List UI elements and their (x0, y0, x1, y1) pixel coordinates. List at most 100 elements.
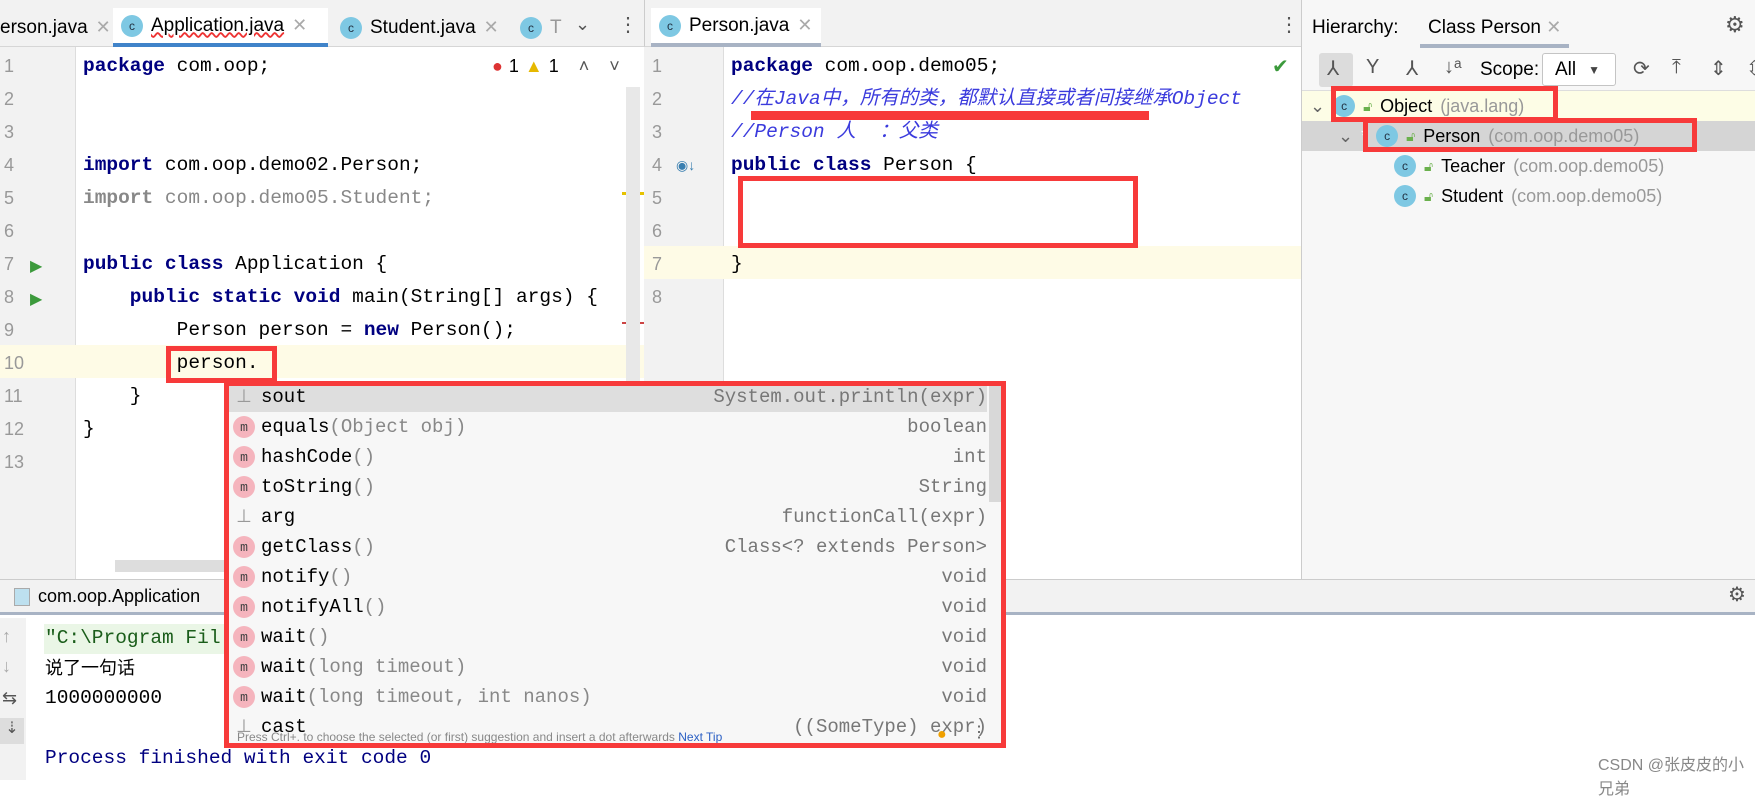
line-number: 5 (4, 188, 15, 208)
code-line: package com.oop; (83, 50, 270, 83)
code-token: } (83, 385, 142, 407)
output-line: 1000000000 (45, 687, 163, 709)
line-number: 7 (4, 254, 15, 274)
code-line: } (83, 380, 142, 413)
chevron-up-icon[interactable]: ˄ (579, 56, 590, 77)
code-line: import com.oop.demo05.Student; (83, 182, 434, 215)
code-token: package (83, 55, 165, 77)
code-token: import (83, 154, 154, 176)
line-number: 4 (652, 155, 663, 175)
class-icon: c (659, 14, 681, 37)
scroll-to-end-icon[interactable]: ⇣ (0, 718, 24, 744)
code-token: com.oop; (164, 55, 271, 77)
highlight-box (224, 381, 1006, 748)
code-token: com.oop.demo05.Student; (153, 187, 435, 209)
error-icon: ● (492, 56, 503, 76)
line-number: 11 (4, 386, 23, 406)
class-hierarchy-icon[interactable]: ⅄ (1327, 56, 1339, 81)
close-icon[interactable]: ✕ (484, 17, 499, 38)
supertypes-icon[interactable]: Y (1366, 56, 1379, 79)
gear-icon[interactable]: ⚙ (1725, 12, 1745, 38)
subtypes-icon[interactable]: ⅄ (1406, 56, 1418, 81)
line-number: 8 (652, 287, 663, 307)
gear-icon[interactable]: ⚙ (1728, 582, 1746, 607)
code-line: //Person 人 ：父类 (731, 116, 938, 149)
watermark: CSDN @张皮皮的小兄弟 (1598, 757, 1745, 798)
public-icon: 🔓︎ (1424, 187, 1434, 204)
code-token: //在Java中，所有的类，都默认直接或者间接继承Object (731, 88, 1242, 110)
line-number: 4 (4, 155, 15, 175)
horizontal-scrollbar[interactable] (115, 560, 225, 572)
inspection-widget[interactable]: ● 1 ▲ 1 ˄ ˅ (492, 56, 620, 77)
warning-icon: ▲ (524, 56, 543, 76)
highlight-box (1363, 118, 1697, 152)
code-token: public class (731, 154, 872, 176)
close-icon[interactable]: ✕ (797, 15, 812, 36)
arrow-up-icon[interactable]: ↑ (2, 626, 11, 647)
code-token: new (363, 319, 399, 341)
refresh-icon[interactable]: ⟳ (1633, 56, 1650, 81)
run-config-icon (14, 587, 30, 606)
line-number: 5 (652, 188, 663, 208)
more-icon[interactable]: ⋮ (1279, 12, 1299, 37)
sort-alpha-icon[interactable]: ↓ᵃ (1444, 56, 1461, 79)
scope-dropdown[interactable]: All ▼ (1542, 53, 1616, 86)
line-number: 1 (652, 56, 663, 76)
line-number: 3 (4, 122, 15, 142)
line-number: 9 (4, 320, 15, 340)
line-number: 10 (4, 353, 25, 373)
code-token: Person { (871, 154, 977, 176)
line-number: 8 (4, 287, 15, 307)
code-token: Person person = (83, 319, 364, 341)
scope-label: Scope: (1480, 59, 1540, 80)
code-line: } (83, 413, 95, 446)
code-token: main(String[] args) { (340, 286, 598, 308)
tab-person-java[interactable]: erson.java ✕ (0, 8, 119, 47)
public-icon: 🔓︎ (1424, 157, 1434, 174)
code-line: package com.oop.demo05; (731, 50, 1000, 83)
tab-class-person[interactable]: Class Person ✕ (1420, 8, 1570, 48)
class-icon: c (520, 16, 542, 39)
line-number: 6 (4, 221, 15, 241)
chevron-down-icon[interactable]: ⌄ (1338, 126, 1353, 147)
code-token: com.oop.demo05; (812, 55, 1001, 77)
tab-application-java[interactable]: c Application.java ✕ (113, 8, 328, 47)
code-token: package (731, 55, 813, 77)
chevron-down-icon[interactable]: ⌄ (575, 14, 590, 35)
class-icon: c (340, 16, 362, 39)
code-line: Person person = new Person(); (83, 314, 516, 347)
close-icon[interactable]: ✕ (292, 15, 307, 36)
export-icon[interactable]: ⤒ (1672, 56, 1681, 79)
code-token: Person(); (398, 319, 516, 341)
code-line: public class Application { (83, 248, 387, 281)
overridden-by-icon[interactable]: ◉↓ (676, 157, 695, 174)
code-line: import com.oop.demo02.Person; (83, 149, 422, 182)
output-line: "C:\Program Fil (45, 627, 221, 649)
run-icon[interactable]: ▶ (30, 289, 42, 309)
code-token: import (83, 187, 154, 209)
more-icon[interactable]: ⋮ (618, 12, 638, 37)
chevron-down-icon[interactable]: ⌄ (1310, 96, 1325, 117)
tab-t[interactable]: cT (512, 8, 570, 47)
output-line: 说了一句话 (45, 658, 135, 679)
left-tab-bar: erson.java ✕ c Application.java ✕ c Student.… (0, 0, 644, 47)
collapse-all-icon[interactable]: ⇳ (1746, 56, 1755, 81)
tree-node-student[interactable]: c 🔓︎ Student (com.oop.demo05) (1394, 181, 1662, 211)
class-icon: c (1394, 185, 1416, 207)
run-tab[interactable]: com.oop.Application (14, 586, 200, 607)
tab-student-java[interactable]: c Student.java ✕ (332, 8, 507, 47)
tree-node-teacher[interactable]: c 🔓︎ Teacher (com.oop.demo05) (1394, 151, 1664, 181)
tab-person-java[interactable]: c Person.java ✕ (651, 8, 821, 47)
chevron-down-icon[interactable]: ˅ (609, 56, 620, 77)
soft-wrap-icon[interactable]: ⇆ (2, 688, 17, 709)
close-icon[interactable]: ✕ (1546, 17, 1561, 37)
line-number: 7 (652, 254, 663, 274)
arrow-down-icon[interactable]: ↓ (2, 656, 11, 677)
run-icon[interactable]: ▶ (30, 256, 42, 276)
expand-all-icon[interactable]: ⇕ (1710, 56, 1727, 81)
line-number: 1 (4, 56, 15, 76)
close-icon[interactable]: ✕ (96, 17, 111, 38)
hierarchy-panel: Hierarchy: Class Person ✕ ⚙ ⅄ Y ⅄ ↓ᵃ Sco… (1301, 0, 1755, 579)
dropdown-arrow-icon: ▼ (1588, 62, 1601, 77)
code-token: Application { (223, 253, 388, 275)
